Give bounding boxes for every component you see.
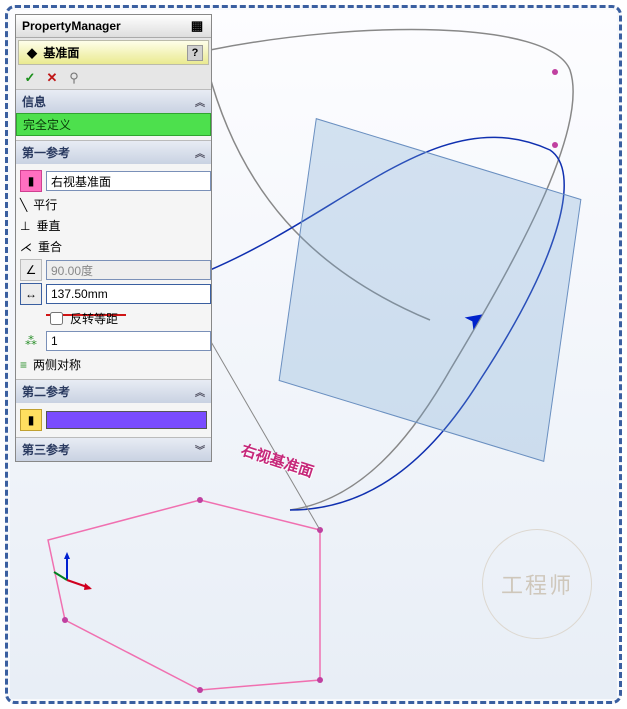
- ok-button[interactable]: ✓: [22, 70, 38, 86]
- chevron-up-icon: ︽: [195, 145, 205, 160]
- pushpin-icon[interactable]: ⚲: [66, 70, 82, 86]
- help-button[interactable]: ?: [187, 45, 203, 61]
- pm-titlebar: PropertyManager ▦: [16, 15, 211, 38]
- midplane-label: 两侧对称: [33, 356, 81, 373]
- cancel-button[interactable]: ✕: [44, 70, 60, 86]
- section-ref1: 第一参考 ︽ ▮ ╲ 平行 ⊥ 垂直 ⋌ 重合 ∠ ▴▾: [16, 140, 211, 379]
- watermark: 工程师: [482, 529, 592, 639]
- section-info-title: 信息: [22, 93, 46, 110]
- feature-header: ◆ 基准面 ?: [18, 40, 209, 65]
- perpendicular-label: 垂直: [36, 217, 60, 234]
- entity-label: 右视基准面: [239, 439, 317, 482]
- perpendicular-icon: ⊥: [20, 219, 30, 233]
- section-ref2-header[interactable]: 第二参考 ︽: [16, 380, 211, 403]
- preview-plane: [279, 118, 582, 462]
- pm-options-icon[interactable]: ▦: [189, 18, 205, 34]
- midplane-icon: ≡: [20, 358, 27, 372]
- confirm-bar: ✓ ✕ ⚲: [16, 67, 211, 89]
- face-select-icon[interactable]: ▮: [20, 170, 42, 192]
- distance-input[interactable]: [46, 284, 211, 304]
- chevron-up-icon: ︽: [195, 384, 205, 399]
- angle-icon: ∠: [20, 259, 42, 281]
- instances-icon: ⁂: [20, 330, 42, 352]
- status-fully-defined: 完全定义: [16, 113, 211, 136]
- constraint-midplane[interactable]: ≡ 两侧对称: [20, 354, 207, 375]
- angle-input: [46, 260, 211, 280]
- section-ref2: 第二参考 ︽ ▮: [16, 379, 211, 437]
- coincident-icon: ⋌: [20, 240, 32, 254]
- constraint-perpendicular[interactable]: ⊥ 垂直: [20, 215, 207, 236]
- instances-input[interactable]: [46, 331, 211, 351]
- reverse-offset-label: 反转等距: [70, 310, 118, 327]
- reverse-offset-checkbox[interactable]: [50, 312, 63, 325]
- chevron-up-icon: ︽: [195, 94, 205, 109]
- ref2-entity-input[interactable]: [46, 411, 207, 429]
- face-select-icon[interactable]: ▮: [20, 409, 42, 431]
- section-ref1-header[interactable]: 第一参考 ︽: [16, 141, 211, 164]
- parallel-icon: ╲: [20, 198, 27, 212]
- offset-distance-icon[interactable]: ↔: [20, 283, 42, 305]
- coincident-label: 重合: [38, 238, 62, 255]
- section-ref2-title: 第二参考: [22, 383, 70, 400]
- ref1-entity-input[interactable]: [46, 171, 211, 191]
- section-ref3: 第三参考 ︾: [16, 437, 211, 461]
- section-ref3-title: 第三参考: [22, 441, 70, 458]
- feature-name: 基准面: [43, 46, 79, 60]
- plane-icon: ◆: [24, 45, 40, 61]
- origin-triad-icon[interactable]: [52, 550, 92, 590]
- chevron-down-icon: ︾: [195, 442, 205, 457]
- property-manager-panel: PropertyManager ▦ ◆ 基准面 ? ✓ ✕ ⚲ 信息 ︽ 完全定…: [15, 14, 212, 462]
- section-info-header[interactable]: 信息 ︽: [16, 90, 211, 113]
- section-ref3-header[interactable]: 第三参考 ︾: [16, 438, 211, 461]
- section-info: 信息 ︽ 完全定义: [16, 89, 211, 140]
- constraint-coincident[interactable]: ⋌ 重合: [20, 236, 207, 257]
- parallel-label: 平行: [33, 196, 57, 213]
- section-ref1-title: 第一参考: [22, 144, 70, 161]
- constraint-parallel[interactable]: ╲ 平行: [20, 194, 207, 215]
- pm-title-text: PropertyManager: [22, 19, 121, 33]
